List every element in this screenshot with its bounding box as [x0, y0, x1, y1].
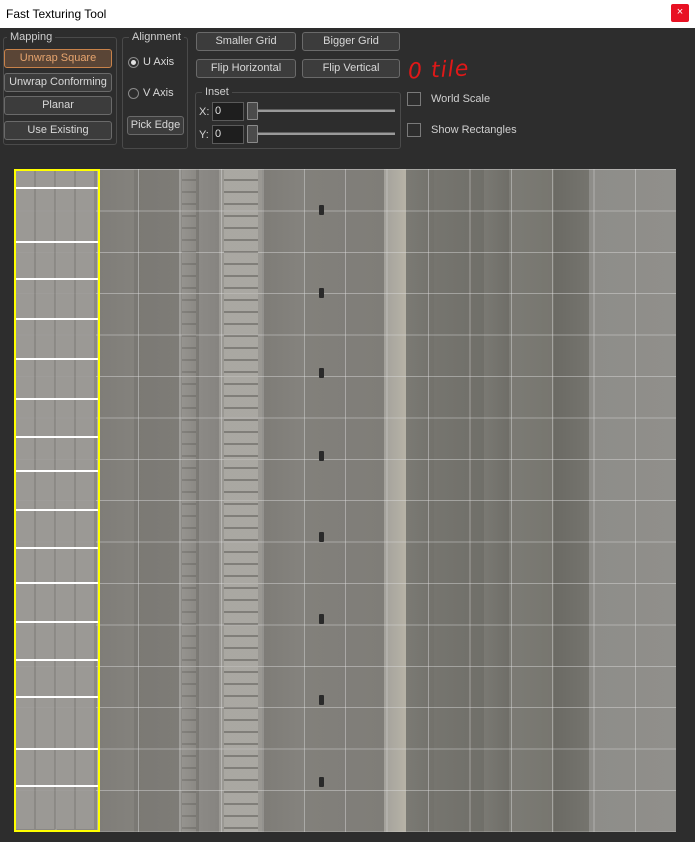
inset-x-label: X:	[199, 106, 210, 118]
uv-face-edge	[16, 318, 98, 320]
show-rectangles-checkbox[interactable]: Show Rectangles	[407, 123, 517, 137]
uv-face-edge	[16, 582, 98, 584]
uv-face-edge	[16, 241, 98, 243]
smaller-grid-button[interactable]: Smaller Grid	[196, 32, 296, 51]
inset-y-slider-handle[interactable]	[247, 125, 258, 143]
flip-horizontal-button[interactable]: Flip Horizontal	[196, 59, 296, 78]
flip-vertical-button[interactable]: Flip Vertical	[302, 59, 400, 78]
texture-preview	[14, 169, 676, 832]
uv-face-edge	[16, 436, 98, 438]
radio-unselected-icon	[128, 87, 139, 99]
u-axis-label: U Axis	[143, 56, 175, 68]
bolt-mark	[319, 451, 324, 461]
checkbox-unchecked-icon	[407, 123, 421, 137]
radio-selected-icon	[128, 56, 139, 68]
v-axis-label: V Axis	[143, 87, 174, 99]
inset-x-input[interactable]: 0	[212, 102, 244, 121]
v-axis-radio[interactable]: V Axis	[128, 87, 174, 99]
uv-face-edge	[16, 748, 98, 750]
unwrap-conforming-button[interactable]: Unwrap Conforming	[4, 73, 112, 92]
bolt-mark	[319, 695, 324, 705]
uv-face-edge	[16, 398, 98, 400]
uv-face-edge	[16, 358, 98, 360]
alignment-group-label: Alignment	[129, 31, 184, 43]
uv-face-edge	[16, 621, 98, 623]
uv-face-edge	[16, 659, 98, 661]
unwrap-square-button[interactable]: Unwrap Square	[4, 49, 112, 68]
bolt-mark	[319, 777, 324, 787]
planar-button[interactable]: Planar	[4, 96, 112, 115]
bolt-mark	[319, 205, 324, 215]
inset-y-slider-track[interactable]	[248, 132, 395, 135]
uv-face-edge	[16, 470, 98, 472]
use-existing-button[interactable]: Use Existing	[4, 121, 112, 140]
uv-face-edge	[16, 785, 98, 787]
bolt-mark	[319, 614, 324, 624]
bolt-column	[319, 169, 325, 832]
brick-strip	[182, 169, 196, 832]
world-scale-label: World Scale	[431, 93, 491, 105]
uv-face-edge	[16, 187, 98, 189]
mapping-group-label: Mapping	[7, 31, 56, 43]
pick-edge-button[interactable]: Pick Edge	[127, 116, 184, 135]
inset-x-slider-handle[interactable]	[247, 102, 258, 120]
uv-selection-rectangle[interactable]	[14, 169, 100, 832]
handwritten-annotation: 0 tile	[407, 56, 471, 85]
brick-strip	[224, 169, 258, 832]
bigger-grid-button[interactable]: Bigger Grid	[302, 32, 400, 51]
uv-face-edge	[16, 278, 98, 280]
window-title-bar: Fast Texturing Tool ×	[0, 0, 695, 28]
uv-face-edge	[16, 509, 98, 511]
u-axis-radio[interactable]: U Axis	[128, 56, 174, 68]
uv-face-edge	[16, 696, 98, 698]
bolt-mark	[319, 532, 324, 542]
inset-y-label: Y:	[199, 129, 209, 141]
inset-x-slider-track[interactable]	[248, 109, 395, 112]
bolt-mark	[319, 368, 324, 378]
uv-texture-canvas[interactable]	[14, 169, 676, 832]
world-scale-checkbox[interactable]: World Scale	[407, 92, 490, 106]
uv-face-edge	[16, 547, 98, 549]
inset-y-input[interactable]: 0	[212, 125, 244, 144]
bolt-mark	[319, 288, 324, 298]
checkbox-unchecked-icon	[407, 92, 421, 106]
window-title: Fast Texturing Tool	[6, 7, 107, 21]
show-rectangles-label: Show Rectangles	[431, 124, 517, 136]
close-icon[interactable]: ×	[671, 4, 689, 22]
inset-group-label: Inset	[202, 86, 232, 98]
